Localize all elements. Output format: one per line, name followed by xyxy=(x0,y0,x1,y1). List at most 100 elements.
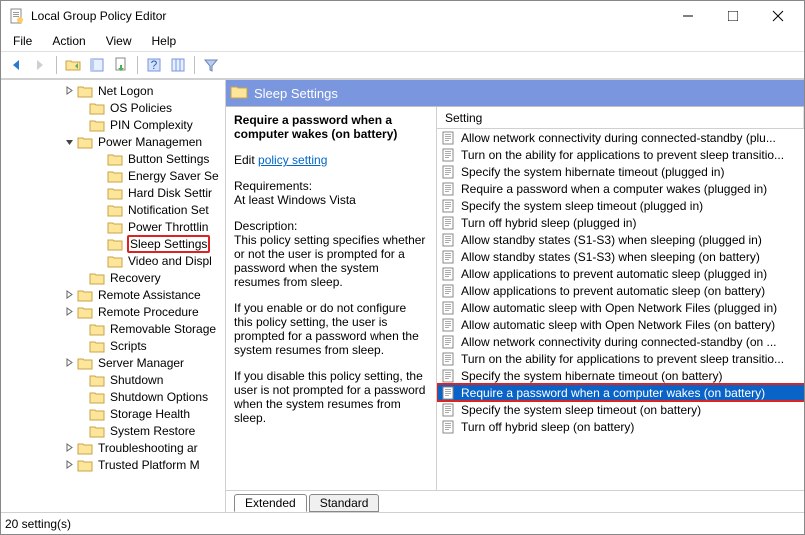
setting-icon xyxy=(441,130,457,146)
tree-item[interactable]: Net Logon xyxy=(3,82,226,99)
setting-item[interactable]: Specify the system hibernate timeout (pl… xyxy=(437,163,804,180)
folder-icon xyxy=(89,118,105,132)
tree-item-label: Scripts xyxy=(109,339,148,353)
expand-icon[interactable] xyxy=(63,86,75,95)
tree-item[interactable]: Remote Procedure xyxy=(3,303,226,320)
tree-item-label: Shutdown Options xyxy=(109,390,209,404)
setting-item[interactable]: Turn on the ability for applications to … xyxy=(437,350,804,367)
setting-icon xyxy=(441,385,457,401)
tree-item[interactable]: Sleep Settings xyxy=(3,235,226,252)
close-button[interactable] xyxy=(755,1,800,31)
filter-button[interactable] xyxy=(200,54,222,76)
tree-item[interactable]: Storage Health xyxy=(3,405,226,422)
expand-icon[interactable] xyxy=(63,358,75,367)
collapse-icon[interactable] xyxy=(63,137,75,146)
setting-item[interactable]: Allow network connectivity during connec… xyxy=(437,333,804,350)
tree-item-label: Shutdown xyxy=(109,373,164,387)
tree-item[interactable]: PIN Complexity xyxy=(3,116,226,133)
menu-action[interactable]: Action xyxy=(42,32,95,50)
tree-item[interactable]: Recovery xyxy=(3,269,226,286)
tree-item[interactable]: Trusted Platform M xyxy=(3,456,226,473)
setting-item[interactable]: Specify the system sleep timeout (on bat… xyxy=(437,401,804,418)
setting-item[interactable]: Specify the system hibernate timeout (on… xyxy=(437,367,804,384)
window-frame: Local Group Policy Editor File Action Vi… xyxy=(0,0,805,535)
help-button[interactable]: ? xyxy=(143,54,165,76)
maximize-button[interactable] xyxy=(710,1,755,31)
setting-icon xyxy=(441,164,457,180)
tree-item[interactable]: Remote Assistance xyxy=(3,286,226,303)
folder-icon xyxy=(89,390,105,404)
tree-item-label: Power Throttlin xyxy=(127,220,209,234)
setting-label: Specify the system sleep timeout (on bat… xyxy=(461,403,701,417)
tabs-row: Extended Standard xyxy=(226,490,804,512)
setting-item[interactable]: Require a password when a computer wakes… xyxy=(437,384,804,401)
setting-item[interactable]: Turn on the ability for applications to … xyxy=(437,146,804,163)
setting-item[interactable]: Allow standby states (S1-S3) when sleepi… xyxy=(437,248,804,265)
setting-item[interactable]: Allow automatic sleep with Open Network … xyxy=(437,299,804,316)
tree-item[interactable]: Power Managemen xyxy=(3,133,226,150)
setting-item[interactable]: Allow applications to prevent automatic … xyxy=(437,282,804,299)
setting-label: Allow applications to prevent automatic … xyxy=(461,284,765,298)
expand-icon[interactable] xyxy=(63,290,75,299)
folder-icon xyxy=(107,220,123,234)
tree-item[interactable]: Hard Disk Settir xyxy=(3,184,226,201)
folder-icon xyxy=(89,271,105,285)
tab-standard[interactable]: Standard xyxy=(309,494,380,512)
column-setting[interactable]: Setting xyxy=(437,107,804,128)
forward-button[interactable] xyxy=(29,54,51,76)
list-header[interactable]: Setting xyxy=(437,107,804,129)
setting-icon xyxy=(441,368,457,384)
minimize-button[interactable] xyxy=(665,1,710,31)
tree-item[interactable]: Troubleshooting ar xyxy=(3,439,226,456)
expand-icon[interactable] xyxy=(63,460,75,469)
tree-item[interactable]: Removable Storage xyxy=(3,320,226,337)
setting-item[interactable]: Allow applications to prevent automatic … xyxy=(437,265,804,282)
setting-item[interactable]: Require a password when a computer wakes… xyxy=(437,180,804,197)
tree-item[interactable]: OS Policies xyxy=(3,99,226,116)
menu-help[interactable]: Help xyxy=(142,32,187,50)
expand-icon[interactable] xyxy=(63,443,75,452)
setting-item[interactable]: Allow network connectivity during connec… xyxy=(437,129,804,146)
tab-extended[interactable]: Extended xyxy=(234,494,307,512)
setting-item[interactable]: Allow standby states (S1-S3) when sleepi… xyxy=(437,231,804,248)
setting-icon xyxy=(441,198,457,214)
folder-icon xyxy=(230,84,248,103)
tree-item[interactable]: Button Settings xyxy=(3,150,226,167)
menu-file[interactable]: File xyxy=(3,32,42,50)
tree-item[interactable]: Shutdown Options xyxy=(3,388,226,405)
policy-setting-link[interactable]: policy setting xyxy=(258,153,327,167)
setting-item[interactable]: Turn off hybrid sleep (on battery) xyxy=(437,418,804,435)
tree-item[interactable]: Server Manager xyxy=(3,354,226,371)
setting-label: Turn off hybrid sleep (plugged in) xyxy=(461,216,636,230)
tree-item[interactable]: Video and Displ xyxy=(3,252,226,269)
tree-item[interactable]: Power Throttlin xyxy=(3,218,226,235)
setting-label: Turn on the ability for applications to … xyxy=(461,148,784,162)
setting-icon xyxy=(441,232,457,248)
folder-icon xyxy=(77,135,93,149)
back-button[interactable] xyxy=(5,54,27,76)
tree-item-label: Sleep Settings xyxy=(127,235,210,253)
options-button[interactable] xyxy=(86,54,108,76)
tree-item[interactable]: System Restore xyxy=(3,422,226,439)
folder-icon xyxy=(77,288,93,302)
tree-item[interactable]: Energy Saver Se xyxy=(3,167,226,184)
folder-button[interactable] xyxy=(62,54,84,76)
menu-view[interactable]: View xyxy=(96,32,142,50)
setting-item[interactable]: Specify the system sleep timeout (plugge… xyxy=(437,197,804,214)
setting-item[interactable]: Turn off hybrid sleep (plugged in) xyxy=(437,214,804,231)
tree-view[interactable]: Net LogonOS PoliciesPIN ComplexityPower … xyxy=(1,80,226,512)
tree-item[interactable]: Notification Set xyxy=(3,201,226,218)
setting-label: Allow standby states (S1-S3) when sleepi… xyxy=(461,233,762,247)
tree-item-label: Storage Health xyxy=(109,407,191,421)
folder-icon xyxy=(77,356,93,370)
tree-item[interactable]: Scripts xyxy=(3,337,226,354)
tree-item[interactable]: Shutdown xyxy=(3,371,226,388)
policy-title: Require a password when a computer wakes… xyxy=(234,113,428,141)
settings-list[interactable]: Allow network connectivity during connec… xyxy=(437,129,804,490)
setting-item[interactable]: Allow automatic sleep with Open Network … xyxy=(437,316,804,333)
expand-icon[interactable] xyxy=(63,307,75,316)
setting-label: Require a password when a computer wakes… xyxy=(461,386,765,400)
columns-button[interactable] xyxy=(167,54,189,76)
export-button[interactable] xyxy=(110,54,132,76)
description-body: This policy setting specifies whether or… xyxy=(234,233,428,289)
